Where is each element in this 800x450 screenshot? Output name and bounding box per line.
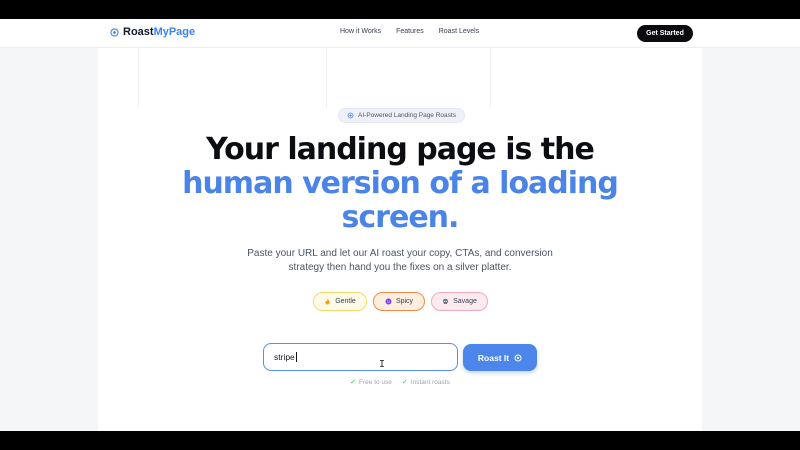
hero-subtitle: Paste your URL and let our AI roast your… xyxy=(0,247,800,275)
headline-line-2: human version of a loading xyxy=(182,166,619,201)
grid-line xyxy=(490,48,491,108)
nav-link-roast-levels[interactable]: Roast Levels xyxy=(439,28,479,35)
subtitle-line-1: Paste your URL and let our AI roast your… xyxy=(247,248,553,259)
url-input-value: stripe xyxy=(274,352,295,362)
check-circle-icon: ✓ xyxy=(350,379,357,386)
flame-target-icon xyxy=(110,27,119,37)
roast-it-label: Roast It xyxy=(477,352,510,363)
hero-section xyxy=(98,48,702,431)
browser-viewport: RoastMyPage How it Works Features Roast … xyxy=(0,19,800,431)
perk-instant-label: Instant roasts xyxy=(410,378,450,386)
ibeam-cursor-icon: I xyxy=(379,359,386,370)
get-started-button[interactable]: Get Started xyxy=(637,25,693,42)
ai-badge-label: AI-Powered Landing Page Roasts xyxy=(358,112,456,119)
level-spicy-label: Spicy xyxy=(395,298,414,305)
perk-free-label: Free to use xyxy=(359,378,392,386)
level-savage-button[interactable]: Savage xyxy=(431,292,488,311)
top-navbar: RoastMyPage How it Works Features Roast … xyxy=(0,19,800,48)
letterbox-bottom xyxy=(0,431,800,450)
skull-icon xyxy=(443,298,449,304)
letterbox-top xyxy=(0,0,800,19)
headline-line-1: Your landing page is the xyxy=(206,132,595,167)
check-circle-icon: ✓ xyxy=(401,379,408,386)
subtitle-line-2: strategy then hand you the fixes on a si… xyxy=(288,262,512,273)
target-icon xyxy=(514,353,522,362)
ai-badge: AI-Powered Landing Page Roasts xyxy=(338,108,465,123)
nav-links: How it Works Features Roast Levels xyxy=(340,28,479,35)
url-input[interactable]: stripe xyxy=(263,343,458,371)
level-gentle-button[interactable]: Gentle xyxy=(313,292,367,311)
nav-link-features[interactable]: Features xyxy=(396,28,424,35)
hero-headline: Your landing page is the human version o… xyxy=(0,133,800,235)
brand-name: RoastMyPage xyxy=(123,26,196,38)
brand-logo[interactable]: RoastMyPage xyxy=(110,26,195,38)
grid-line xyxy=(326,48,327,108)
spicy-face-icon xyxy=(385,298,392,305)
perk-free: ✓ Free to use xyxy=(350,378,392,387)
headline-line-3: screen. xyxy=(341,200,460,235)
flame-icon xyxy=(325,298,330,305)
level-savage-label: Savage xyxy=(453,298,477,305)
roast-it-button[interactable]: Roast It xyxy=(463,344,537,371)
roast-level-selector: Gentle Spicy Savage xyxy=(313,292,488,311)
spark-icon xyxy=(347,112,354,119)
level-spicy-button[interactable]: Spicy xyxy=(373,292,425,311)
grid-line xyxy=(138,48,139,108)
nav-link-how-it-works[interactable]: How it Works xyxy=(340,28,381,35)
text-caret xyxy=(295,352,297,362)
perk-instant: ✓ Instant roasts xyxy=(401,378,450,387)
perks-row: ✓ Free to use ✓ Instant roasts xyxy=(0,378,800,387)
level-gentle-label: Gentle xyxy=(335,298,356,305)
